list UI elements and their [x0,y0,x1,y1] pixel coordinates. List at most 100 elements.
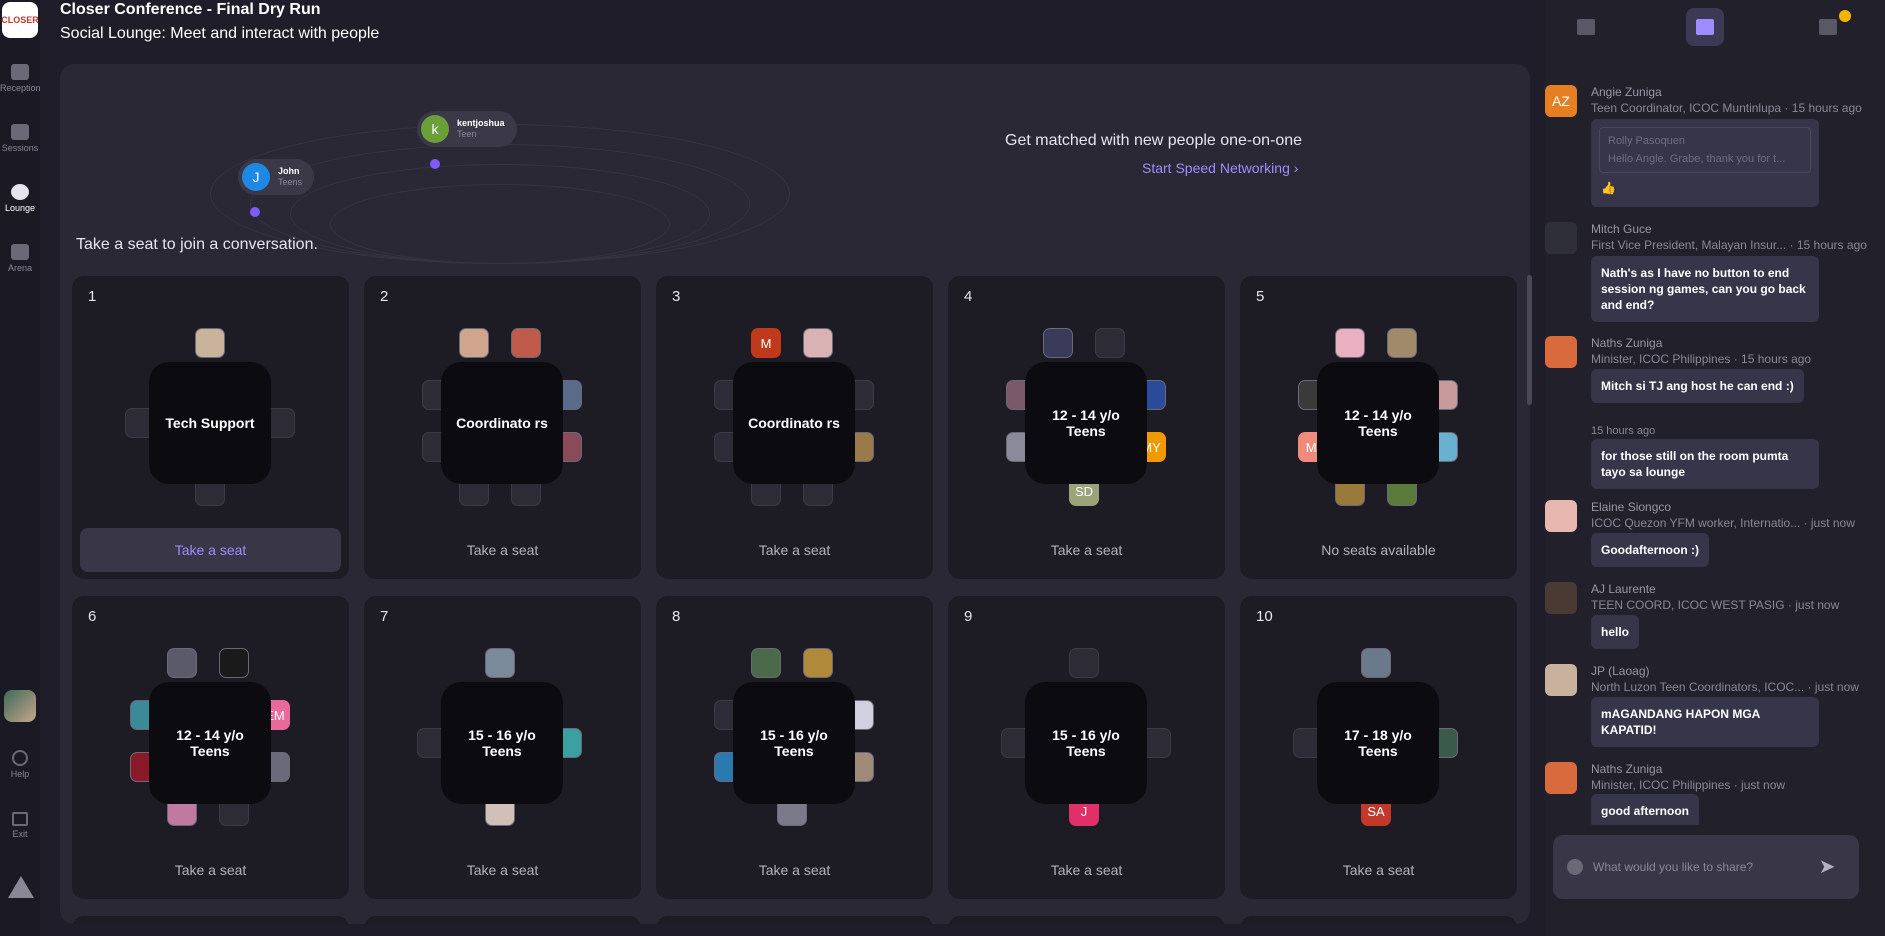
seat-occupied[interactable] [1043,328,1073,358]
take-seat-button[interactable]: Take a seat [372,848,633,892]
table-name: Coordinato rs [441,362,563,484]
nav-lounge-label: Lounge [4,203,36,213]
lounge-table[interactable]: 6 EM 12 - 14 y/o Teens Take a seat [72,596,349,899]
send-icon[interactable]: ➤ [1815,855,1839,879]
sender-meta: Teen Coordinator, ICOC Muntinlupa · 15 h… [1591,101,1862,115]
message-composer: ➤ [1553,835,1859,899]
seat-occupied[interactable] [1335,328,1365,358]
seat-occupied[interactable] [751,648,781,678]
sender-name[interactable]: Naths Zuniga [1591,762,1662,776]
take-seat-button[interactable]: Take a seat [956,848,1217,892]
seat-occupied[interactable] [1387,328,1417,358]
message-bubble: Goodafternoon :) [1591,533,1709,567]
message-input[interactable] [1593,855,1793,879]
speed-networking-pitch: Get matched with new people one-on-one [1005,132,1303,149]
sender-name[interactable]: JP (Laoag) [1591,664,1649,678]
avatar[interactable] [1545,222,1577,254]
lounge-table[interactable]: 2 Coordinato rs Take a seat [364,276,641,579]
seat-occupied[interactable]: M [751,328,781,358]
take-seat-button[interactable]: Take a seat [956,528,1217,572]
nav-arena-label: Arena [7,263,33,273]
avatar[interactable] [1545,500,1577,532]
lounge-table[interactable] [364,916,641,924]
table-name: Coordinato rs [733,362,855,484]
lounge-scrollbar[interactable] [1527,275,1532,405]
header: Closer Conference - Final Dry Run Social… [60,0,1540,60]
sender-name[interactable]: Mitch Guce [1591,222,1652,236]
lounge-table[interactable] [1240,916,1517,924]
tab-stage[interactable] [1567,8,1605,46]
table-name: 15 - 16 y/o Teens [733,682,855,804]
seat-occupied[interactable] [219,648,249,678]
seat-empty[interactable] [1069,648,1099,678]
sessions-icon [11,124,29,140]
seat-occupied[interactable] [195,328,225,358]
seat-empty[interactable] [1095,328,1125,358]
help-icon [12,750,28,766]
sender-name[interactable]: Angie Zuniga [1591,85,1662,99]
lounge-table[interactable]: 1 Tech Support Take a seat [72,276,349,579]
nav-lounge[interactable]: Lounge [0,184,40,213]
my-avatar[interactable] [4,690,36,722]
lounge-table[interactable]: 4 MY SD 12 - 14 y/o Teens Take a seat [948,276,1225,579]
lounge-table[interactable]: 5 MI 12 - 14 y/o Teens No seats availabl… [1240,276,1517,579]
start-speed-networking-link[interactable]: Start Speed Networking › [1142,160,1298,176]
take-seat-button[interactable]: Take a seat [664,528,925,572]
take-seat-button[interactable]: Take a seat [80,528,341,572]
avatar[interactable] [1545,336,1577,368]
table-name: 15 - 16 y/o Teens [441,682,563,804]
lounge-table[interactable]: 10 SA 17 - 18 y/o Teens Take a seat [1240,596,1517,899]
lounge-table[interactable]: 7 15 - 16 y/o Teens Take a seat [364,596,641,899]
message-bubble: good afternoon [1591,794,1699,825]
networker-avatar: k [421,115,449,143]
nav-arena[interactable]: Arena [0,244,40,273]
lounge-table[interactable]: 3 M Coordinato rs Take a seat [656,276,933,579]
seat-occupied[interactable] [1361,648,1391,678]
networker-role: Teen [457,129,477,139]
chevron-right-icon: › [1293,160,1299,176]
take-seat-button[interactable]: Take a seat [80,848,341,892]
take-seat-button[interactable]: Take a seat [1248,848,1509,892]
chat-icon [1696,19,1714,35]
nav-reception[interactable]: Reception [0,64,41,93]
nav-help[interactable]: Help [0,750,40,779]
emoji-icon[interactable] [1567,859,1583,875]
lounge-table[interactable]: 9 J 15 - 16 y/o Teens Take a seat [948,596,1225,899]
nav-exit-label: Exit [12,829,28,839]
avatar[interactable]: AZ [1545,85,1577,117]
sender-name[interactable]: Elaine Siongco [1591,500,1671,514]
thumbs-up-icon: 👍 [1601,181,1616,195]
take-seat-button[interactable]: Take a seat [372,528,633,572]
reply-bubble: Rolly Pasoquen Hello Angle. Grabe, thank … [1591,119,1819,207]
lounge-table[interactable] [72,916,349,924]
seat-occupied[interactable] [803,328,833,358]
avatar[interactable] [1545,762,1577,794]
avatar[interactable] [1545,582,1577,614]
take-seat-button[interactable]: Take a seat [664,848,925,892]
nav-help-label: Help [10,769,30,779]
lounge-table[interactable]: 8 15 - 16 y/o Teens Take a seat [656,596,933,899]
seat-occupied[interactable] [459,328,489,358]
chat-feed[interactable]: AZ Angie Zuniga Teen Coordinator, ICOC M… [1545,55,1885,825]
sender-name[interactable]: AJ Laurente [1591,582,1656,596]
nav-sessions[interactable]: Sessions [0,124,40,153]
avatar[interactable] [1545,664,1577,696]
sender-name[interactable]: Naths Zuniga [1591,336,1662,350]
seat-occupied[interactable] [167,648,197,678]
nav-exit[interactable]: Exit [0,812,40,839]
seat-occupied[interactable] [511,328,541,358]
take-seat-button[interactable]: No seats available [1248,528,1509,572]
event-logo[interactable]: CLOSER [1,2,39,38]
networker-pin [430,159,440,169]
table-number: 6 [88,608,97,625]
networker-role: Teens [278,177,303,187]
lounge-table[interactable] [948,916,1225,924]
seat-occupied[interactable] [485,648,515,678]
lounge-table[interactable] [656,916,933,924]
table-number: 8 [672,608,681,625]
quoted-message[interactable]: Rolly Pasoquen Hello Angle. Grabe, thank … [1599,127,1811,173]
tab-chat[interactable] [1686,8,1724,46]
seat-occupied[interactable] [803,648,833,678]
message-time: 15 hours ago [1591,425,1656,437]
sender-meta: TEEN COORD, ICOC WEST PASIG · just now [1591,598,1840,612]
